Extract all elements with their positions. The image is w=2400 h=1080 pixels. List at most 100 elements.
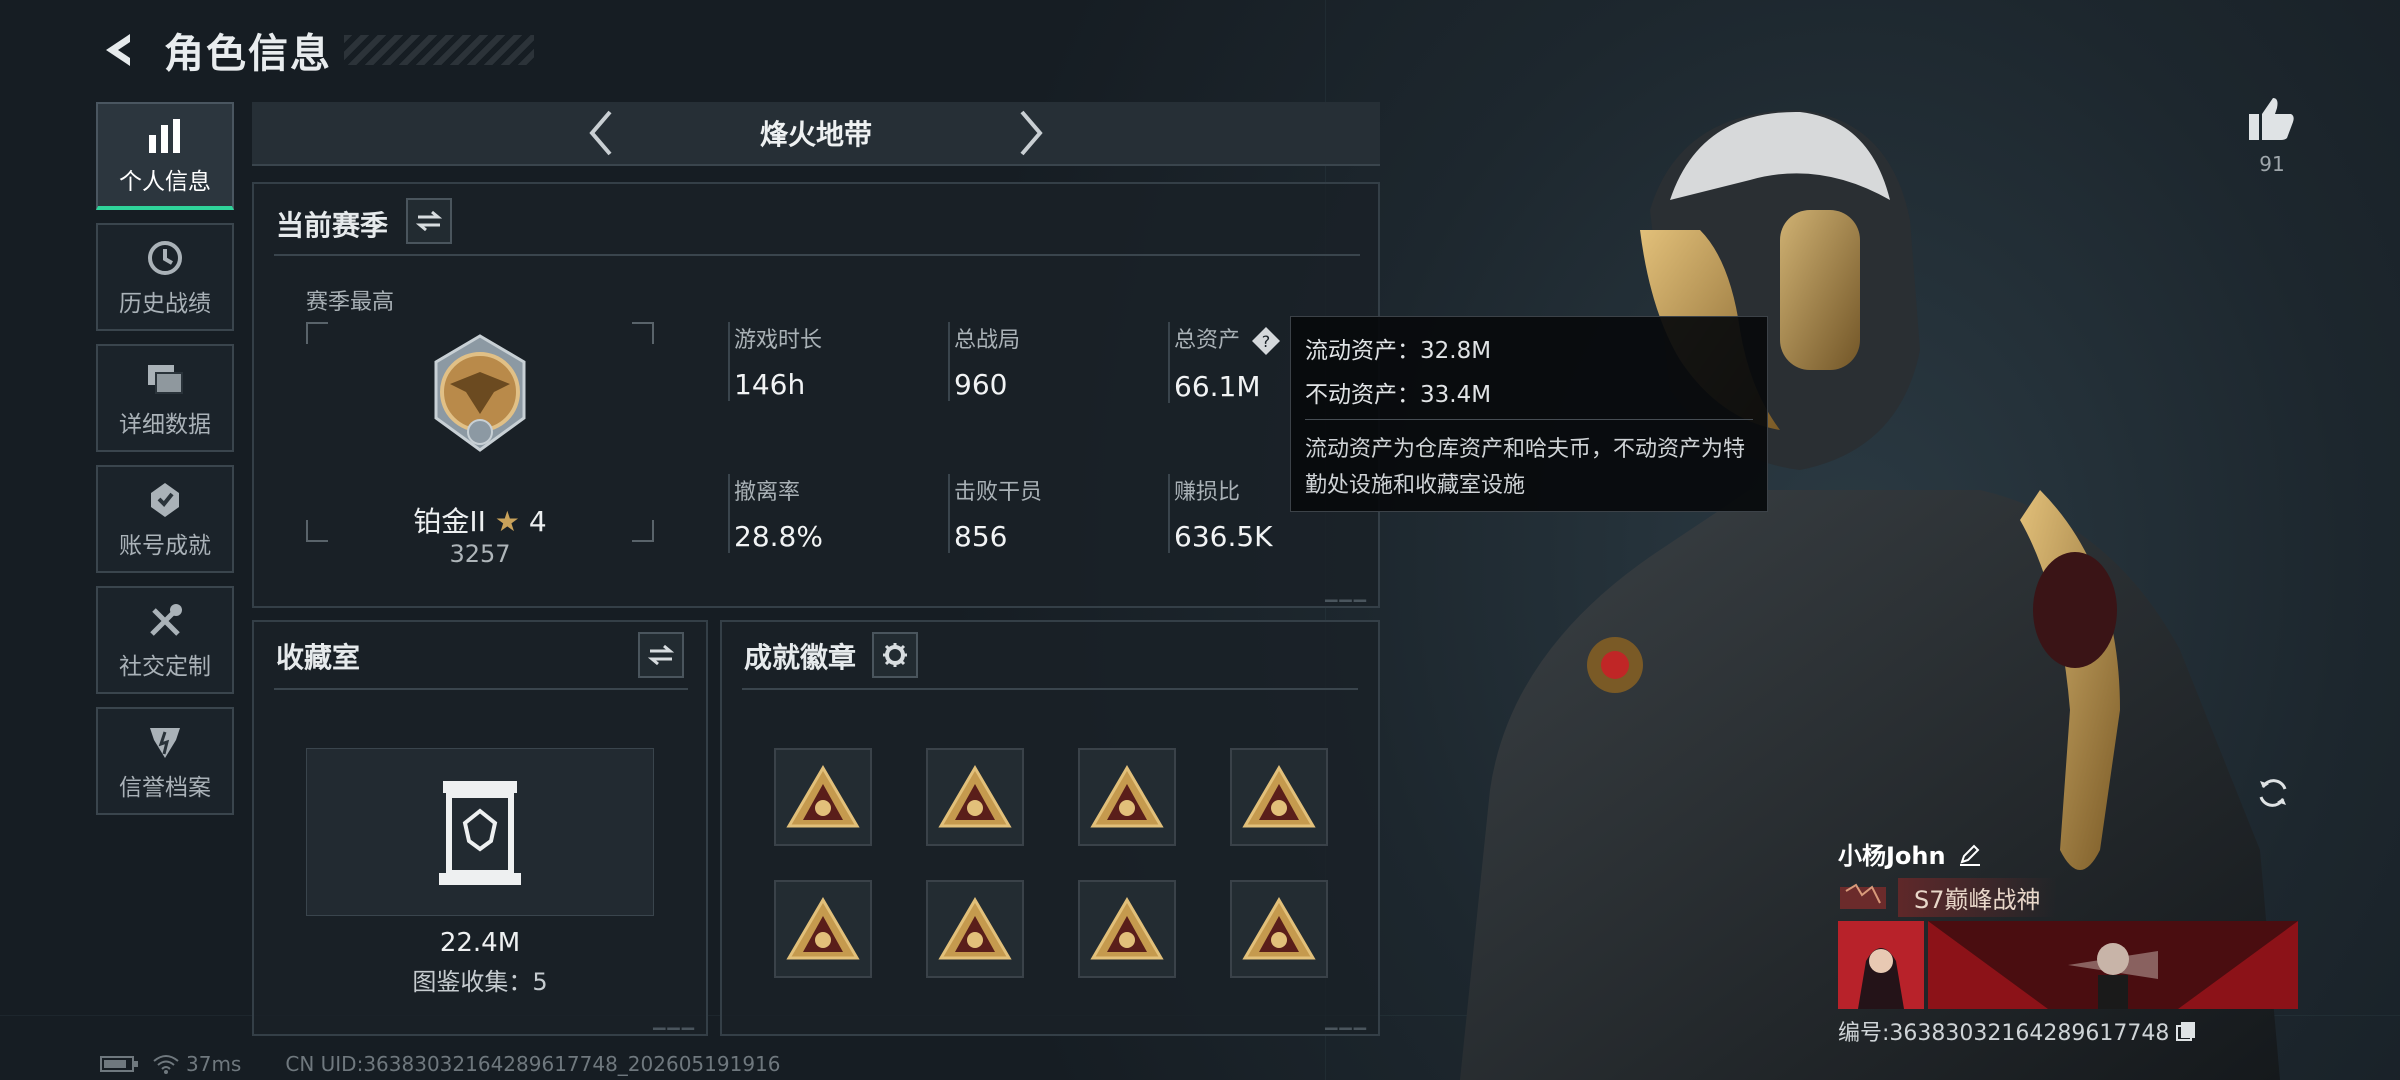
badge-destroy-icon[interactable] xyxy=(774,880,872,978)
player-banner[interactable] xyxy=(1838,921,2300,1009)
sidebar-item-label: 社交定制 xyxy=(119,654,211,680)
sidebar-item-label: 个人信息 xyxy=(119,169,211,195)
rank-stars: 4 xyxy=(528,505,547,538)
player-title-row: S7巅峰战神 xyxy=(1838,877,2300,917)
rank-frame: 铂金II ★ 4 3257 xyxy=(306,322,654,568)
page-header: 角色信息 xyxy=(92,18,534,82)
sidebar-item-reputation[interactable]: 信誉档案 xyxy=(96,707,234,815)
like-button[interactable]: 91 xyxy=(2232,96,2312,176)
panel-corner-decoration: ▁▁▁ xyxy=(1325,1011,1368,1030)
wifi-icon xyxy=(153,1055,179,1074)
edit-name-button[interactable] xyxy=(1958,842,1982,866)
chevron-right-icon xyxy=(1020,110,1043,156)
thumbs-up-icon xyxy=(2249,98,2294,140)
player-name-row: 小杨John xyxy=(1838,836,2300,871)
divider xyxy=(742,688,1358,690)
swap-icon xyxy=(648,644,674,666)
sidebar-item-history[interactable]: 历史战绩 xyxy=(96,223,234,331)
sidebar-item-personal-info[interactable]: 个人信息 xyxy=(96,102,234,210)
collection-value: 22.4M xyxy=(439,928,521,958)
battery-icon xyxy=(100,1056,138,1072)
collection-count: 图鉴收集：5 xyxy=(412,968,548,996)
stat-value: 146h xyxy=(734,368,806,401)
badge-squad-icon[interactable] xyxy=(1230,748,1328,846)
achievements-panel: 成就徽章 ▁▁▁ xyxy=(720,620,1380,1036)
mode-next-button[interactable] xyxy=(1006,103,1056,163)
stat-value: 960 xyxy=(954,368,1008,401)
page-title: 角色信息 xyxy=(164,31,332,77)
tooltip-liquid-assets: 流动资产：32.8M xyxy=(1305,338,1492,364)
chevron-left-icon xyxy=(589,110,612,156)
stat-value: 28.8% xyxy=(734,520,823,553)
swap-icon xyxy=(416,210,442,232)
badge-airdrop-icon[interactable] xyxy=(1230,880,1328,978)
ping-value: 37ms xyxy=(186,1052,242,1076)
badge-supply-icon[interactable] xyxy=(926,748,1024,846)
player-profile: 小杨John S7巅峰战神 编号:363830321642896177​48 xyxy=(1838,836,2300,1047)
collection-preview[interactable] xyxy=(306,748,654,916)
stat-play-time: 游戏时长 146h xyxy=(728,322,928,401)
badge-first-icon[interactable] xyxy=(926,880,1024,978)
tooltip-fixed-assets: 不动资产：33.4M xyxy=(1305,382,1492,408)
mode-name: 烽火地带 xyxy=(759,118,872,151)
title-decoration xyxy=(344,35,534,65)
help-icon[interactable]: ? xyxy=(1251,326,1281,356)
data-cards-icon xyxy=(146,357,184,401)
client-uid: CN UID:3638303216428961​7748_20260519191… xyxy=(285,1052,781,1076)
tools-icon xyxy=(146,599,184,643)
achievement-icon xyxy=(147,478,183,522)
season-panel: 当前赛季 赛季最高 铂金II ★ 4 3257 游戏时长 146h 总战局 96… xyxy=(252,182,1380,608)
stat-label: 击败干员 xyxy=(954,480,1043,505)
status-bar: 37ms CN UID:3638303216428961​7748_202605… xyxy=(100,1052,781,1076)
achievements-title: 成就徽章 xyxy=(744,641,857,674)
badge-loot-icon[interactable] xyxy=(1078,880,1176,978)
pencil-icon xyxy=(1959,844,1980,866)
history-icon xyxy=(147,236,183,280)
season-switch-button[interactable] xyxy=(406,198,452,244)
sidebar: 个人信息 历史战绩 详细数据 账号成就 社交定制 信誉档案 xyxy=(96,102,234,828)
tooltip-divider xyxy=(1305,419,1753,420)
stat-total-matches: 总战局 960 xyxy=(948,322,1148,401)
mode-selector: 烽火地带 xyxy=(252,102,1380,166)
stat-value: 636.5K xyxy=(1174,520,1273,553)
sidebar-item-label: 信誉档案 xyxy=(119,775,211,801)
player-uid-row: 编号:363830321642896177​48 xyxy=(1838,1015,2300,1047)
rotate-button[interactable] xyxy=(2250,770,2296,816)
gear-icon xyxy=(883,643,907,667)
copy-uid-button[interactable] xyxy=(2175,1020,2197,1042)
like-count: 91 xyxy=(2259,152,2285,176)
sidebar-item-achievements[interactable]: 账号成就 xyxy=(96,465,234,573)
panel-corner-decoration: ▁▁▁ xyxy=(1325,583,1368,602)
rank-name-line: 铂金II ★ 4 xyxy=(306,500,654,540)
player-name: 小杨John xyxy=(1838,842,1946,870)
star-icon: ★ xyxy=(494,505,520,538)
back-arrow-icon xyxy=(106,34,130,66)
stat-operators-defeated: 击败干员 856 xyxy=(948,474,1148,553)
divider xyxy=(274,688,688,690)
achievements-settings-button[interactable] xyxy=(872,632,918,678)
stat-value: 856 xyxy=(954,520,1008,553)
rank-score: 3257 xyxy=(449,540,511,568)
sidebar-item-detailed-data[interactable]: 详细数据 xyxy=(96,344,234,452)
player-uid: 编号:363830321642896177​48 xyxy=(1838,1021,2170,1046)
badge-guardian-icon[interactable] xyxy=(774,748,872,846)
copy-icon xyxy=(2176,1022,2196,1041)
reputation-icon xyxy=(146,720,184,764)
mode-prev-button[interactable] xyxy=(576,103,626,163)
rank-emblem-icon xyxy=(434,334,526,452)
collection-panel: 收藏室 22.4M 图鉴收集：5 ▁▁▁ xyxy=(252,620,708,1036)
rotate-icon xyxy=(2259,779,2287,807)
sidebar-item-social-custom[interactable]: 社交定制 xyxy=(96,586,234,694)
stat-label: 撤离率 xyxy=(734,480,801,505)
collection-switch-button[interactable] xyxy=(638,632,684,678)
badge-rescue-icon[interactable] xyxy=(1078,748,1176,846)
stat-extract-rate: 撤离率 28.8% xyxy=(728,474,928,553)
stat-label: 游戏时长 xyxy=(734,328,823,353)
tooltip-description: 流动资产为仓库资产和哈夫币，不动资产为特勤处设施和收藏室设施 xyxy=(1305,437,1746,498)
panel-corner-decoration: ▁▁▁ xyxy=(653,1011,696,1030)
divider xyxy=(274,254,1360,256)
back-button[interactable] xyxy=(92,24,144,76)
collection-title: 收藏室 xyxy=(276,641,361,674)
rank-name: 铂金II xyxy=(413,505,486,538)
title-emblem-icon xyxy=(1840,883,1886,909)
